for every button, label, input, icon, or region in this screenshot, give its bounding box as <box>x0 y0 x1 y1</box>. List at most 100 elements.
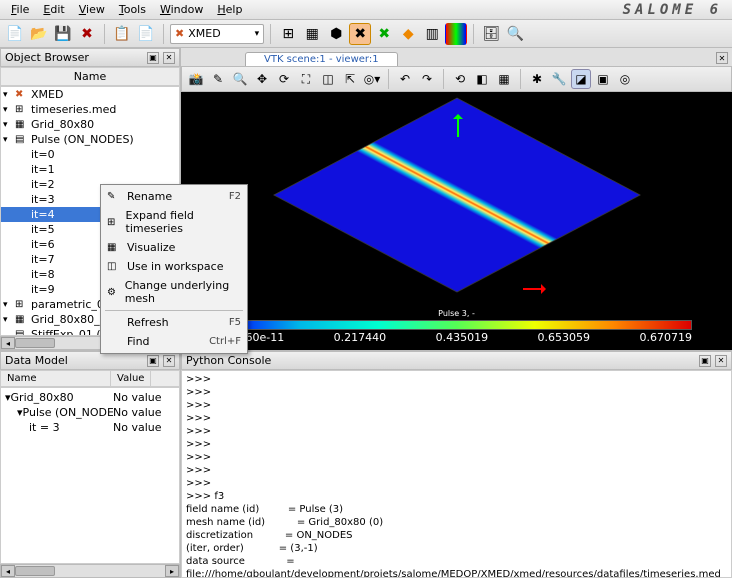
tree-item[interactable]: ▾▦Grid_80x80 <box>1 117 179 132</box>
tool-d-icon[interactable]: ◎ <box>615 69 635 89</box>
dm-hscroll[interactable]: ◂ ▸ <box>0 564 180 578</box>
object-browser-label: Object Browser <box>5 51 89 64</box>
module-btn-6[interactable]: ◆ <box>397 23 419 45</box>
mesh-icon: ⚙ <box>107 287 119 298</box>
view-center-icon[interactable]: ◎▾ <box>362 69 382 89</box>
redo-view-icon[interactable]: ↷ <box>417 69 437 89</box>
dm-header-name: Name <box>1 371 111 386</box>
colorbar-ticks: 3.0860e-110.2174400.4350190.6530590.6707… <box>221 330 692 344</box>
undo-view-icon[interactable]: ↶ <box>395 69 415 89</box>
object-browser-title: Object Browser ▣ ✕ <box>0 48 180 67</box>
menu-tools[interactable]: Tools <box>112 1 153 18</box>
dock-icon[interactable]: ▣ <box>147 52 159 64</box>
colorbar-tick: 0.217440 <box>334 331 387 344</box>
module-label: XMED <box>188 27 220 40</box>
module-btn-2[interactable]: ▦ <box>301 23 323 45</box>
data-model-label: Data Model <box>5 354 68 367</box>
tool-a-icon[interactable]: 🔧 <box>549 69 569 89</box>
tree-item[interactable]: it=1 <box>1 162 179 177</box>
close-pane-icon[interactable]: ✕ <box>163 52 175 64</box>
db-icon[interactable]: 🗄 <box>480 23 502 45</box>
viewer-close-icon[interactable]: ✕ <box>716 52 728 64</box>
refresh-icon[interactable]: 🔍 <box>504 23 526 45</box>
viewer-tab[interactable]: VTK scene:1 - viewer:1 <box>245 52 398 66</box>
colorbar: Pulse 3, - 3.0860e-110.2174400.4350190.6… <box>221 309 692 344</box>
python-console[interactable]: >>> >>> >>> >>> >>> >>> >>> >>> >>> >>> … <box>181 370 732 578</box>
console-label: Python Console <box>186 354 271 367</box>
menu-edit[interactable]: Edit <box>36 1 71 18</box>
dm-row[interactable]: it = 3No value <box>3 420 177 435</box>
tree-header: Name <box>0 67 180 86</box>
dm-row[interactable]: ▾Pulse (ON_NODES)No value <box>3 405 177 420</box>
workspace-icon: ◫ <box>107 261 121 272</box>
ctx-change-mesh[interactable]: ⚙Change underlying mesh <box>101 276 247 308</box>
tool-b-icon[interactable]: ◪ <box>571 69 591 89</box>
module-btn-8[interactable] <box>445 23 467 45</box>
save-icon[interactable]: 💾 <box>52 23 74 45</box>
zoom-icon[interactable]: 🔍 <box>230 69 250 89</box>
module-btn-5[interactable]: ✖ <box>373 23 395 45</box>
scroll-thumb[interactable] <box>15 566 55 576</box>
module-btn-3[interactable]: ⬢ <box>325 23 347 45</box>
colorbar-tick: 0.435019 <box>436 331 489 344</box>
scroll-thumb[interactable] <box>15 338 55 348</box>
tree-root[interactable]: ▾✖XMED <box>1 87 179 102</box>
tree-item[interactable]: it=0 <box>1 147 179 162</box>
trihedron-icon[interactable]: ✱ <box>527 69 547 89</box>
module-icon: ✖ <box>175 27 184 40</box>
scroll-left-icon[interactable]: ◂ <box>1 565 15 577</box>
ctx-expand[interactable]: ⊞Expand field timeseries <box>101 206 247 238</box>
style-icon[interactable]: ✎ <box>208 69 228 89</box>
copy-icon[interactable]: 📋 <box>111 23 133 45</box>
close-icon[interactable]: ✖ <box>76 23 98 45</box>
close-pane-icon[interactable]: ✕ <box>163 355 175 367</box>
rename-icon: ✎ <box>107 191 121 202</box>
module-btn-7[interactable]: ▥ <box>421 23 443 45</box>
data-model-header: Name Value <box>0 370 180 387</box>
rotate-icon[interactable]: ⟳ <box>274 69 294 89</box>
ctx-visualize[interactable]: ▦Visualize <box>101 238 247 257</box>
module-selector[interactable]: ✖ XMED ▾ <box>170 24 264 44</box>
axis-x-icon <box>523 288 545 290</box>
module-btn-4[interactable]: ✖ <box>349 23 371 45</box>
reset-icon[interactable]: ⟲ <box>450 69 470 89</box>
menu-window[interactable]: Window <box>153 1 210 18</box>
menu-view[interactable]: View <box>72 1 112 18</box>
dock-icon[interactable]: ▣ <box>147 355 159 367</box>
open-icon[interactable]: 📂 <box>28 23 50 45</box>
tool-c-icon[interactable]: ▣ <box>593 69 613 89</box>
view-pick-icon[interactable]: ⇱ <box>340 69 360 89</box>
main-toolbar: 📄 📂 💾 ✖ 📋 📄 ✖ XMED ▾ ⊞ ▦ ⬢ ✖ ✖ ◆ ▥ 🗄 🔍 <box>0 20 732 48</box>
snapshot-icon[interactable]: 📸 <box>186 69 206 89</box>
expand-icon: ⊞ <box>107 217 120 228</box>
paste-icon[interactable]: 📄 <box>135 23 157 45</box>
tree-item[interactable]: ▾⊞timeseries.med <box>1 102 179 117</box>
axes-icon[interactable]: ◧ <box>472 69 492 89</box>
module-btn-1[interactable]: ⊞ <box>277 23 299 45</box>
dock-icon[interactable]: ▣ <box>699 355 711 367</box>
fit-icon[interactable]: ⛶ <box>296 69 316 89</box>
fitselect-icon[interactable]: ◫ <box>318 69 338 89</box>
ctx-refresh[interactable]: RefreshF5 <box>101 313 247 332</box>
ctx-find[interactable]: FindCtrl+F <box>101 332 247 351</box>
viewport[interactable]: Pulse 3, - 3.0860e-110.2174400.4350190.6… <box>181 92 732 350</box>
pan-icon[interactable]: ✥ <box>252 69 272 89</box>
scroll-left-icon[interactable]: ◂ <box>1 337 15 349</box>
menu-help[interactable]: Help <box>210 1 249 18</box>
menubar: File Edit View Tools Window Help SALOME … <box>0 0 732 20</box>
data-model-body[interactable]: ▾Grid_80x80No value▾Pulse (ON_NODES)No v… <box>0 387 180 564</box>
tree-item[interactable]: ▾▤Pulse (ON_NODES) <box>1 132 179 147</box>
colorbar-tick: 0.670719 <box>639 331 692 344</box>
tree-header-name: Name <box>5 70 175 83</box>
scroll-right-icon[interactable]: ▸ <box>165 565 179 577</box>
close-pane-icon[interactable]: ✕ <box>715 355 727 367</box>
menu-file[interactable]: File <box>4 1 36 18</box>
colorbar-title: Pulse 3, - <box>221 309 692 318</box>
console-title: Python Console ▣ ✕ <box>181 351 732 370</box>
ctx-workspace[interactable]: ◫Use in workspace <box>101 257 247 276</box>
dm-row[interactable]: ▾Grid_80x80No value <box>3 390 177 405</box>
app-brand: SALOME 6 <box>623 2 728 18</box>
new-icon[interactable]: 📄 <box>4 23 26 45</box>
view-xy-icon[interactable]: ▦ <box>494 69 514 89</box>
ctx-rename[interactable]: ✎RenameF2 <box>101 187 247 206</box>
